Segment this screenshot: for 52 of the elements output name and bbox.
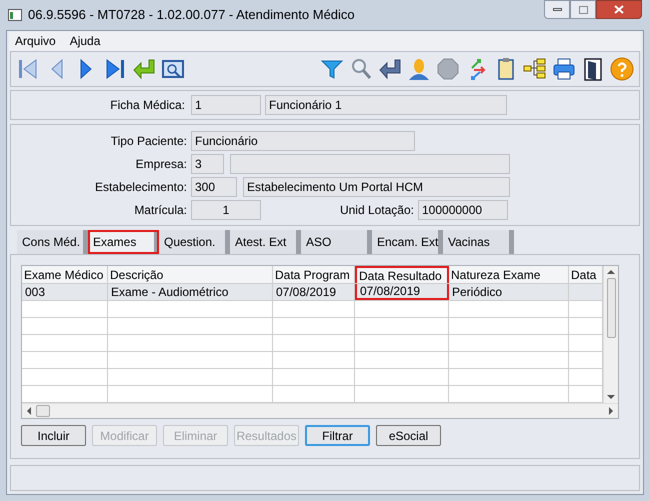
scroll-right-icon[interactable] — [607, 407, 615, 415]
tab[interactable]: Encam. Ext — [372, 230, 443, 254]
field-label: Matrícula: — [134, 202, 187, 218]
vertical-scrollbar[interactable] — [603, 266, 618, 403]
field-label: Unid Lotação: — [340, 202, 414, 218]
table-cell: 07/08/2019 — [355, 284, 449, 300]
scroll-left-icon[interactable] — [25, 407, 33, 415]
company-code-field[interactable]: 3 — [191, 154, 224, 174]
action-button[interactable]: eSocial — [376, 425, 441, 446]
help-icon[interactable] — [609, 56, 635, 82]
column-header[interactable]: Descrição — [108, 266, 273, 283]
table-cell: Exame - Audiométrico — [108, 284, 273, 300]
menu-item[interactable]: Ajuda — [70, 32, 100, 50]
printer-icon[interactable] — [551, 56, 577, 82]
maximize-button[interactable] — [570, 0, 596, 19]
establishment-code-field[interactable]: 300 — [191, 176, 237, 196]
column-header[interactable]: Natureza Exame — [449, 266, 569, 283]
app-icon — [8, 9, 22, 21]
scroll-thumb[interactable] — [36, 405, 50, 417]
action-button[interactable]: Filtrar — [305, 425, 370, 446]
ficha-name-field[interactable]: Funcionário 1 — [265, 95, 507, 115]
establishment-name-field[interactable]: Estabelecimento Um Portal HCM — [243, 176, 510, 196]
person-icon[interactable] — [406, 56, 432, 82]
octagon-icon[interactable] — [435, 56, 461, 82]
table-cell: Periódico — [449, 284, 569, 300]
tab[interactable]: Atest. Ext — [230, 230, 301, 254]
table-cell: 003 — [22, 284, 108, 300]
tab[interactable]: ASO — [301, 230, 372, 254]
minimize-button[interactable] — [544, 0, 570, 19]
registration-field[interactable]: 1 — [191, 200, 261, 220]
scroll-thumb[interactable] — [606, 278, 616, 338]
menu-item[interactable]: Arquivo — [15, 32, 56, 50]
action-button[interactable]: Incluir — [21, 425, 86, 446]
close-icon — [614, 5, 624, 14]
column-header[interactable]: Exame Médico — [22, 266, 108, 283]
tab[interactable]: Cons Méd. — [17, 230, 88, 254]
window-title: 06.9.5596 - MT0728 - 1.02.00.077 - Atendimento Médico — [28, 6, 355, 24]
tab[interactable]: Question. — [159, 230, 230, 254]
patient-type-field[interactable]: Funcionário — [191, 130, 415, 150]
company-name-field[interactable] — [230, 154, 510, 174]
field-label: Estabelecimento: — [94, 178, 187, 196]
table-cell: 07/08/2019 — [273, 284, 355, 300]
tab[interactable]: Exames — [88, 230, 159, 254]
close-button[interactable] — [596, 0, 642, 19]
unit-field[interactable]: 100000000 — [418, 200, 508, 220]
field-label: Tipo Paciente: — [110, 132, 187, 150]
horizontal-scrollbar[interactable] — [22, 403, 618, 418]
ficha-code-field[interactable]: 1 — [191, 95, 261, 115]
field-label: Ficha Médica: — [110, 97, 185, 114]
tab[interactable]: Vacinas — [443, 230, 514, 254]
field-label: Empresa: — [136, 156, 187, 172]
column-header[interactable]: Data Program — [273, 266, 355, 283]
